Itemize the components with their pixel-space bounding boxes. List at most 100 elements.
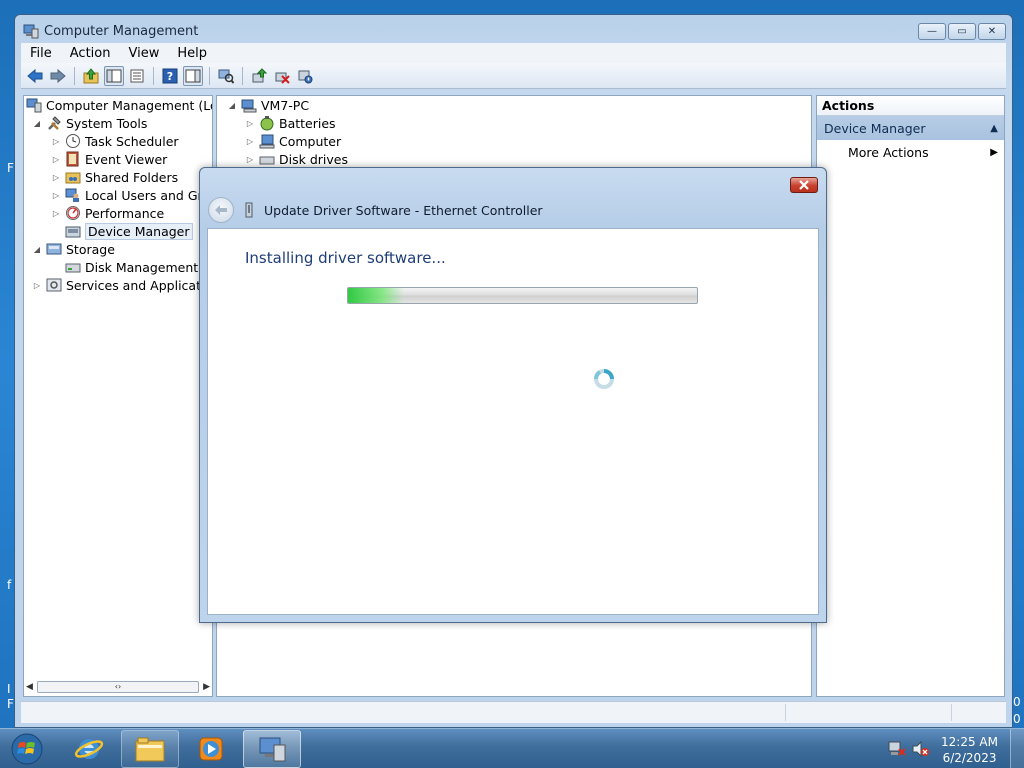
scan-hardware-icon [218,69,234,84]
update-driver-icon [252,67,267,82]
collapse-arrow-icon[interactable]: ◢ [227,100,237,110]
desktop-edge-text: 0 [1013,712,1021,726]
collapse-arrow-icon[interactable]: ◢ [32,244,42,254]
dialog-close-button[interactable] [790,177,818,193]
tree-item-root[interactable]: Computer Management (Local [26,96,212,114]
scroll-thumb[interactable]: ‹› [36,681,200,693]
tree-item-services-applications[interactable]: ▷ Services and Applications [32,276,212,294]
expand-arrow-icon[interactable]: ▷ [245,136,255,146]
tree-item-event-viewer[interactable]: ▷ Event Viewer [51,150,167,168]
desktop-edge-text: F [7,697,14,711]
actions-section-device-manager[interactable]: Device Manager ▲ [817,116,1004,140]
minimize-button[interactable]: — [918,23,946,40]
svg-text:?: ? [167,70,173,83]
close-button[interactable]: ✕ [978,23,1006,40]
expand-arrow-icon[interactable]: ▷ [245,118,255,128]
show-hide-console-tree-button[interactable] [104,65,124,86]
action-label: More Actions [848,144,929,160]
network-status-icon[interactable] [888,741,906,757]
update-driver-button[interactable] [249,66,269,86]
taskbar-internet-explorer[interactable] [60,730,118,768]
tree-item-storage[interactable]: ◢ Storage [32,240,115,258]
battery-icon [260,116,274,131]
collapse-arrow-icon[interactable]: ◢ [32,118,42,128]
taskbar-computer-management[interactable] [243,730,301,768]
properties-button[interactable] [127,66,147,86]
tree-item-shared-folders[interactable]: ▷ Shared Folders [51,168,178,186]
scroll-right-icon[interactable]: ▶ [203,682,210,692]
device-manager-icon [65,226,81,238]
device-label: Computer [279,133,342,149]
menu-file[interactable]: File [21,46,61,61]
tree-item-performance[interactable]: ▷ Performance [51,204,164,222]
system-tray: 12:25 AM 6/2/2023 [874,729,1024,768]
help-button[interactable]: ? [160,66,180,86]
actions-pane: Actions Device Manager ▲ More Actions ▶ [816,95,1005,697]
taskbar-windows-explorer[interactable] [121,730,179,768]
tree-label: Storage [66,241,115,257]
desktop-edge-text: f [7,578,12,592]
tree-item-device-manager[interactable]: Device Manager [65,222,193,240]
tree-item-local-users[interactable]: ▷ Local Users and Group [51,186,212,204]
back-button[interactable] [25,66,45,86]
clock[interactable]: 12:25 AM 6/2/2023 [941,734,998,766]
tree-item-task-scheduler[interactable]: ▷ Task Scheduler [51,132,179,150]
expand-arrow-icon[interactable]: ▷ [245,154,255,164]
scroll-left-icon[interactable]: ◀ [26,682,33,692]
maximize-button[interactable]: ▭ [948,23,976,40]
more-actions-item[interactable]: More Actions ▶ [817,140,1004,164]
device-category-batteries[interactable]: ▷ Batteries [245,114,336,132]
expand-arrow-icon[interactable]: ▷ [51,154,61,164]
clock-date: 6/2/2023 [942,751,997,765]
expand-arrow-icon[interactable]: ▷ [51,190,61,200]
tree-item-system-tools[interactable]: ◢ System Tools [32,114,147,132]
busy-spinner-icon [593,369,614,389]
menu-view[interactable]: View [119,46,168,61]
horizontal-scrollbar[interactable]: ◀ ‹› ▶ [26,680,210,694]
computer-management-icon [23,24,39,39]
explorer-icon [135,737,165,762]
caption-buttons: — ▭ ✕ [918,23,1006,40]
maximize-icon: ▭ [957,25,967,37]
dialog-back-button[interactable] [208,197,234,223]
expand-arrow-icon[interactable]: ▷ [51,208,61,218]
forward-button[interactable] [48,66,68,86]
device-category-computer[interactable]: ▷ Computer [245,132,341,150]
disable-device-icon [298,70,313,83]
expand-arrow-icon[interactable]: ▷ [51,172,61,182]
actions-header: Actions [817,96,1004,116]
expand-arrow-icon[interactable]: ▷ [51,136,61,146]
volume-muted-icon[interactable] [912,741,930,757]
uninstall-button[interactable] [272,66,292,86]
device-tree-root[interactable]: ◢ VM7-PC [227,96,309,114]
disable-device-button[interactable] [295,66,315,86]
device-label: VM7-PC [261,97,310,113]
taskbar-media-player[interactable] [182,730,240,768]
progress-fill [348,288,404,303]
show-hide-action-pane-button[interactable] [183,65,203,86]
menu-action[interactable]: Action [61,46,120,61]
toolbar-separator [242,66,243,85]
collapse-up-icon[interactable]: ▲ [990,123,998,134]
computer-management-icon [259,737,286,762]
shared-folders-icon [65,172,81,184]
menu-help[interactable]: Help [168,46,216,61]
tree-label: Device Manager [85,222,193,240]
dialog-body: Installing driver software... [207,228,819,615]
title-bar[interactable]: Computer Management [23,21,922,41]
device-category-disk-drives[interactable]: ▷ Disk drives [245,150,348,168]
show-desktop-button[interactable] [1010,729,1024,768]
desktop-edge-text: F [7,161,14,175]
tree-item-disk-management[interactable]: Disk Management [65,258,198,276]
disk-icon [65,263,81,273]
console-tree-pane[interactable]: Computer Management (Local ◢ System Tool… [23,95,213,697]
taskbar: 12:25 AM 6/2/2023 [0,728,1024,768]
desktop-edge-text: 0 [1013,695,1021,709]
expand-arrow-icon[interactable]: ▷ [32,280,42,290]
start-button[interactable] [8,731,46,767]
scan-hardware-button[interactable] [216,66,236,86]
status-cell [951,704,952,721]
up-button[interactable] [81,66,101,86]
menu-bar: File Action View Help [21,43,1006,63]
window-title: Computer Management [44,23,199,39]
